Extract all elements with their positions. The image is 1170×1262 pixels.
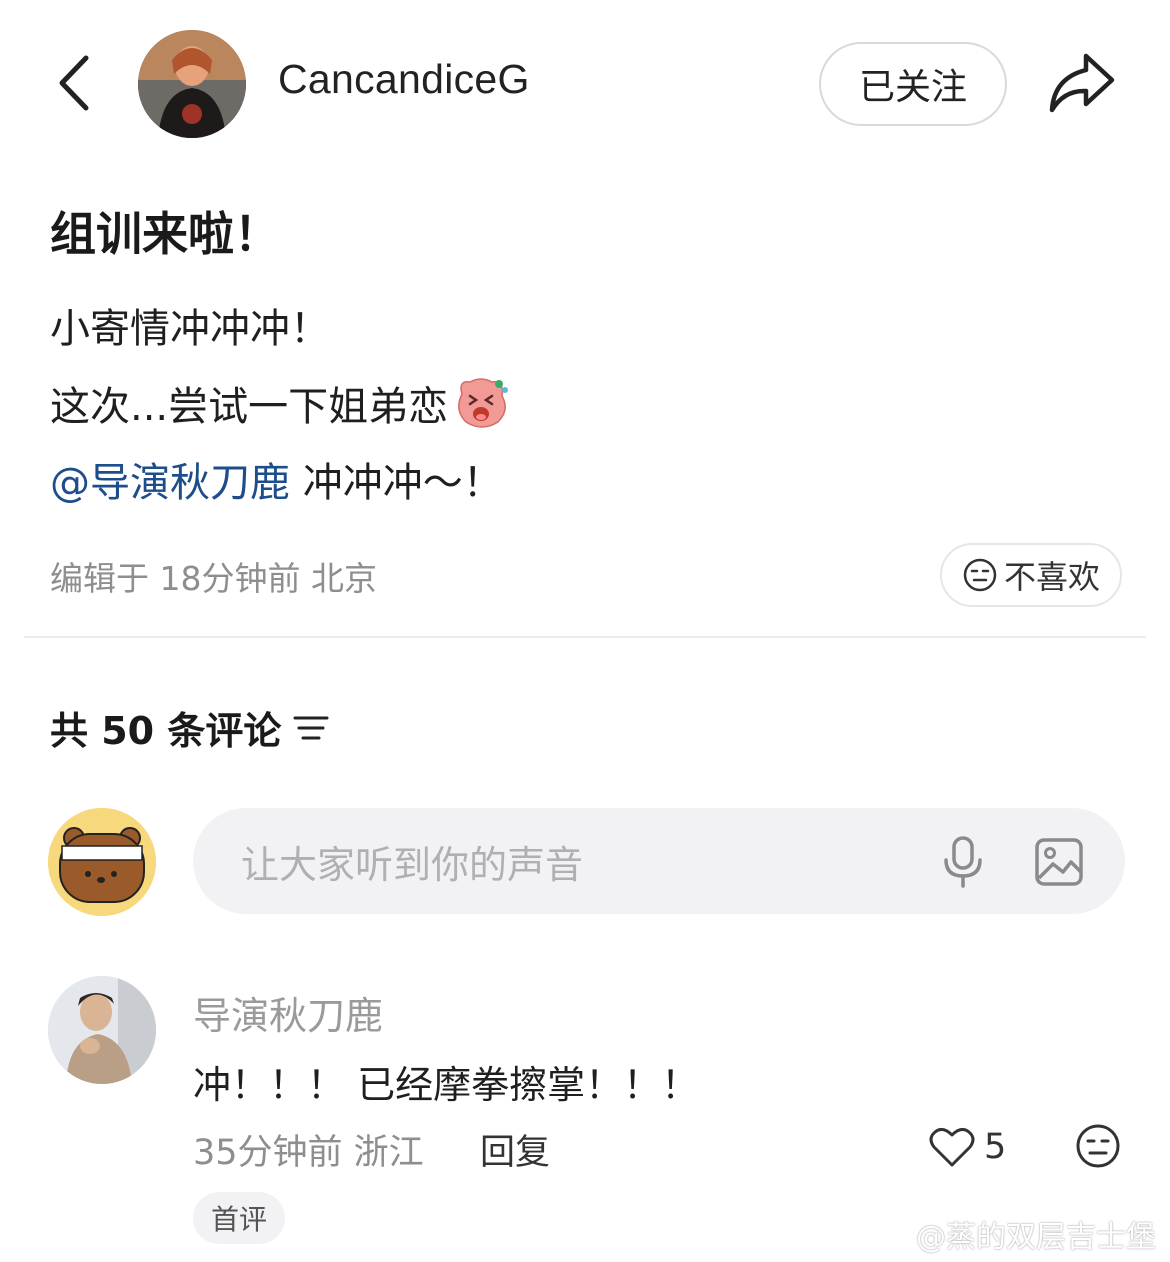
sort-filter-icon[interactable]: [291, 708, 331, 748]
follow-button[interactable]: 已关注: [819, 42, 1007, 126]
post-text-line-1: 小寄情冲冲冲！: [50, 306, 330, 352]
chevron-left-icon: [59, 55, 89, 111]
image-icon[interactable]: [1033, 836, 1085, 888]
author-username[interactable]: CancandiceG: [278, 56, 530, 103]
commenter-avatar-image: [48, 976, 156, 1084]
post-text-line-3-rest: 冲冲冲～！: [290, 460, 503, 506]
neutral-face-icon: [963, 558, 997, 592]
post-title: 组训来啦！: [50, 207, 280, 261]
commenter-avatar[interactable]: [48, 976, 156, 1084]
reply-button[interactable]: 回复: [480, 1124, 550, 1175]
share-arrow-icon: [1049, 53, 1115, 113]
mention-link[interactable]: @导演秋刀鹿: [50, 460, 290, 506]
heart-icon: [929, 1128, 975, 1167]
watermark-text: @蒸的双层吉士堡: [916, 1220, 1156, 1255]
first-comment-badge: 首评: [193, 1192, 286, 1244]
neutral-face-icon: [1076, 1124, 1120, 1168]
laughing-emoji-icon: [452, 374, 510, 432]
watermark: @蒸的双层吉士堡: [866, 1212, 1156, 1256]
microphone-icon[interactable]: [938, 834, 988, 890]
comments-header: 共 50 条评论: [50, 700, 331, 755]
commenter-name[interactable]: 导演秋刀鹿: [193, 985, 383, 1040]
share-button[interactable]: [1046, 50, 1118, 116]
comments-count: 共 50 条评论: [50, 709, 282, 753]
like-count: 5: [984, 1127, 1007, 1167]
post-text-line-2: 这次...尝试一下姐弟恋: [50, 374, 510, 432]
author-avatar-image: [138, 30, 246, 138]
post-text-line-3: @导演秋刀鹿 冲冲冲～！: [50, 450, 503, 508]
my-avatar[interactable]: [48, 808, 156, 916]
bear-avatar-image: [48, 808, 156, 916]
like-button[interactable]: 5: [928, 1122, 1006, 1172]
post-meta: 编辑于 18分钟前 北京: [50, 559, 377, 598]
comment-meta: 35分钟前 浙江: [193, 1133, 424, 1173]
comment-dislike-button[interactable]: [1074, 1122, 1122, 1170]
comment-text: 冲！！！ 已经摩拳擦掌！！！: [193, 1063, 700, 1107]
author-avatar[interactable]: [138, 30, 246, 138]
back-button[interactable]: [48, 48, 104, 118]
dislike-button[interactable]: 不喜欢: [940, 543, 1122, 607]
dislike-label: 不喜欢: [1003, 558, 1100, 596]
post-text-line-2-text: 这次...尝试一下姐弟恋: [50, 384, 449, 430]
weibo-logo-icon: [866, 1218, 908, 1252]
divider: [24, 636, 1146, 638]
